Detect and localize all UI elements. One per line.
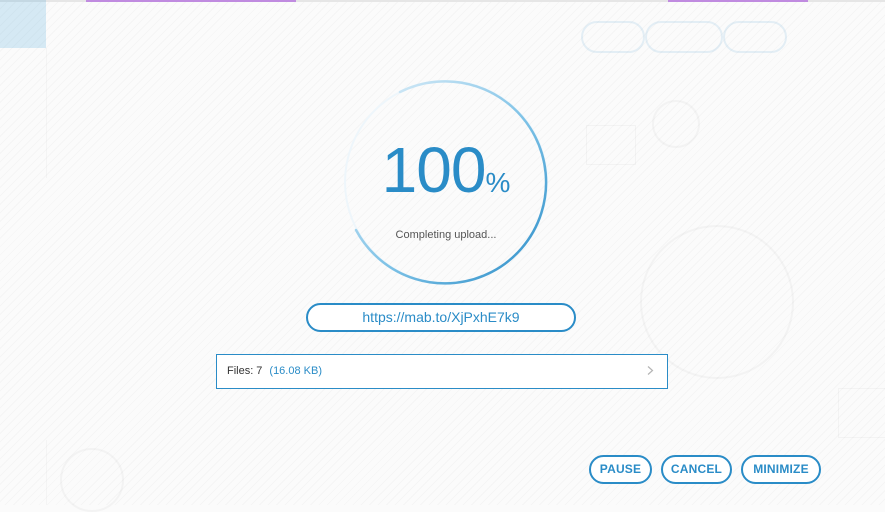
top-accent-left xyxy=(86,0,296,2)
background-home-tile xyxy=(0,0,46,48)
background-circle xyxy=(652,100,700,148)
files-size: (16.08 KB) xyxy=(269,365,322,377)
background-sidebar xyxy=(0,48,47,178)
upload-status: Completing upload... xyxy=(395,229,497,241)
share-link[interactable]: https://mab.to/XjPxhE7k9 xyxy=(306,303,576,332)
files-count: 7 xyxy=(256,365,263,377)
background-box xyxy=(586,125,636,165)
minimize-button[interactable]: MINIMIZE xyxy=(741,455,821,484)
background-nav-pill xyxy=(723,21,787,53)
background-sidebar-bottom xyxy=(0,440,47,505)
background-nav-pill xyxy=(581,21,645,53)
chevron-right-icon xyxy=(647,366,654,375)
top-border xyxy=(0,0,885,2)
background-nav-pill xyxy=(645,21,723,53)
progress-percent-sign: % xyxy=(485,167,511,198)
progress-percent-number: 100 xyxy=(381,134,487,206)
top-accent-right xyxy=(668,0,808,2)
background-box xyxy=(838,388,885,438)
files-label: Files: xyxy=(227,365,254,377)
progress-percent: 100% xyxy=(342,138,550,202)
background-circle xyxy=(60,448,124,512)
cancel-button[interactable]: CANCEL xyxy=(661,455,732,484)
pause-button[interactable]: PAUSE xyxy=(589,455,652,484)
files-summary-row[interactable]: Files: 7 (16.08 KB) xyxy=(216,354,668,389)
